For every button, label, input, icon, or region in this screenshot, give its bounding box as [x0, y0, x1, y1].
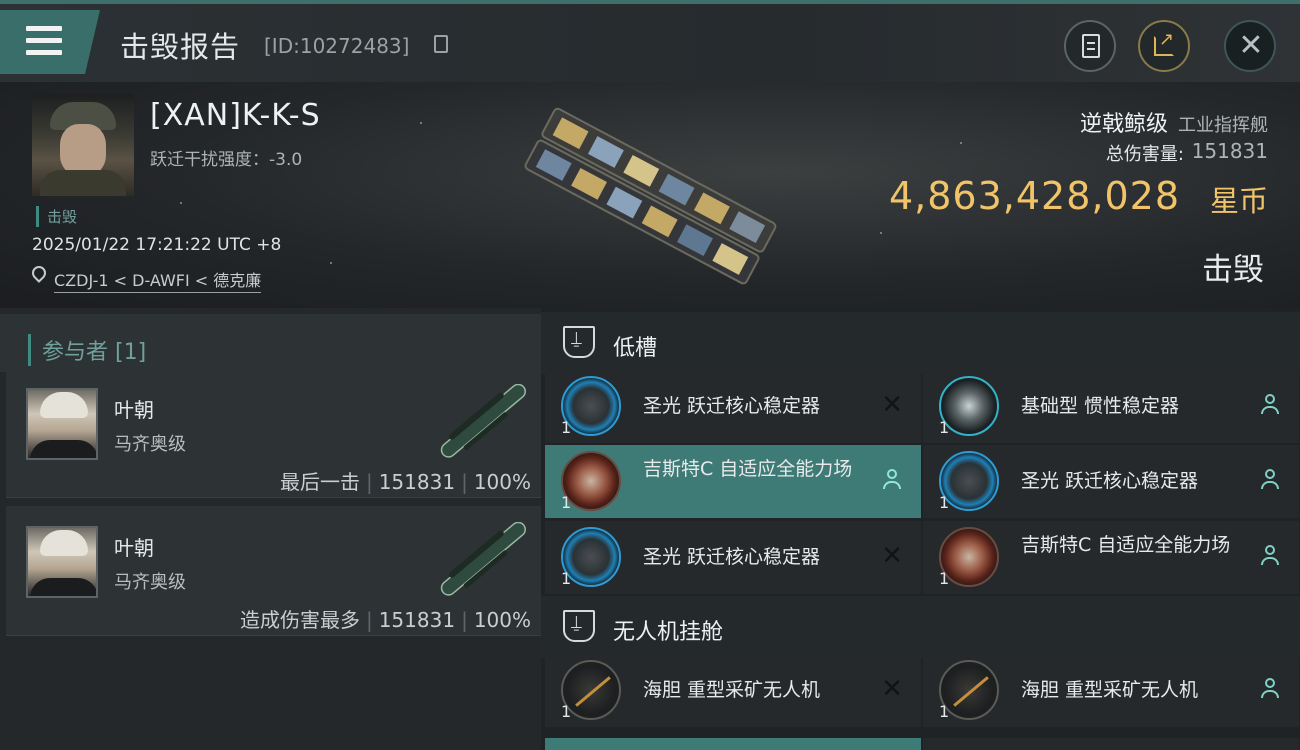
menu-button[interactable]	[0, 10, 100, 74]
module-name: 吉斯特C 自适应全能力场	[1021, 534, 1231, 556]
destroyed-icon: ✕	[881, 390, 903, 420]
isk-unit: 星币	[1209, 184, 1268, 218]
attacker-row[interactable]: 叶朝 马齐奥级 最后一击 | 151831 | 100%	[6, 368, 541, 498]
victim-avatar[interactable]	[32, 94, 134, 196]
attacker-avatar[interactable]	[26, 526, 98, 598]
attacker-name[interactable]: 叶朝	[114, 394, 154, 423]
copy-id-icon[interactable]	[434, 35, 448, 53]
attacker-ship-image	[440, 522, 526, 596]
attacker-percent: 100%	[473, 608, 531, 632]
dropped-person-icon	[883, 469, 901, 491]
attacker-stats: 最后一击 | 151831 | 100%	[279, 470, 531, 494]
module-quantity: 1	[939, 702, 950, 721]
module-name: 圣光 跃迁核心稳定器	[643, 546, 821, 568]
drone-bay-header: 无人机挂舱	[541, 596, 1300, 658]
victim-panel: [XAN]K-K-S 跃迁干扰强度：-3.0 击毁 2025/01/22 17:…	[0, 82, 1300, 308]
drone-bay-title: 无人机挂舱	[613, 620, 724, 645]
module-name: 基础型 惯性稳定器	[1021, 395, 1180, 417]
close-icon: ✕	[1238, 28, 1264, 63]
attacker-damage: 151831	[378, 470, 456, 494]
module-item-partial[interactable]	[923, 738, 1299, 750]
dropped-person-icon	[1261, 545, 1279, 567]
module-quantity: 1	[561, 418, 572, 437]
module-name: 圣光 跃迁核心稳定器	[643, 395, 821, 417]
warp-scramble-strength: 跃迁干扰强度：-3.0	[150, 150, 303, 170]
victim-ship-image	[524, 107, 777, 285]
share-button[interactable]	[1138, 20, 1190, 72]
low-slots-title: 低槽	[613, 336, 658, 361]
module-item[interactable]: 1 吉斯特C 自适应全能力场	[923, 521, 1299, 594]
participants-title: 参与者 [1]	[28, 334, 146, 366]
total-damage-value: 151831	[1191, 139, 1268, 163]
module-name: 圣光 跃迁核心稳定器	[1021, 470, 1199, 492]
drone-bay-icon	[563, 610, 595, 642]
module-quantity: 1	[561, 493, 572, 512]
attacker-avatar[interactable]	[26, 388, 98, 460]
kill-result: 击毁	[1202, 252, 1264, 288]
module-item[interactable]: 1 基础型 惯性稳定器	[923, 370, 1299, 443]
dropped-person-icon	[1261, 678, 1279, 700]
module-item[interactable]: 1 圣光 跃迁核心稳定器	[923, 445, 1299, 518]
module-item[interactable]: 1 圣光 跃迁核心稳定器 ✕	[545, 370, 921, 443]
attacker-role: 最后一击	[279, 470, 360, 494]
location-pin-icon	[29, 263, 49, 283]
participants-header: 参与者 [1]	[0, 314, 541, 372]
module-name: 海胆 重型采矿无人机	[643, 679, 821, 701]
attacker-role: 造成伤害最多	[239, 608, 360, 632]
module-quantity: 1	[561, 702, 572, 721]
low-slot-icon	[563, 326, 595, 358]
star-decoration	[960, 142, 962, 144]
total-damage-label: 总伤害量:	[1105, 144, 1184, 165]
victim-ship-class[interactable]: 逆戟鲸级	[1080, 106, 1168, 138]
attacker-ship: 马齐奥级	[114, 572, 186, 593]
attacker-ship-image	[440, 384, 526, 458]
destroyed-icon: ✕	[881, 674, 903, 704]
module-item[interactable]: 1 圣光 跃迁核心稳定器 ✕	[545, 521, 921, 594]
module-quantity: 1	[561, 569, 572, 588]
report-id: [ID:10272483]	[264, 34, 410, 58]
participants-panel: 参与者 [1] 叶朝 马齐奥级 最后一击 | 151831 | 100% 叶朝 马齐奥级	[0, 308, 541, 750]
star-decoration	[420, 122, 422, 124]
attacker-row[interactable]: 叶朝 马齐奥级 造成伤害最多 | 151831 | 100%	[6, 506, 541, 636]
victim-ship-type: 工业指挥舰	[1178, 115, 1268, 136]
header-bar: 击毁报告 [ID:10272483] ✕	[0, 4, 1300, 82]
destroyed-icon: ✕	[881, 541, 903, 571]
kill-location-link[interactable]: CZDJ-1 < D-AWFI < 德克廉	[54, 267, 262, 293]
page-title: 击毁报告	[120, 30, 241, 64]
star-decoration	[330, 262, 332, 264]
attacker-damage: 151831	[378, 608, 456, 632]
module-item[interactable]: 1 海胆 重型采矿无人机	[923, 654, 1299, 727]
module-item-partial[interactable]	[545, 738, 921, 750]
victim-pilot-name[interactable]: [XAN]K-K-S	[150, 98, 321, 133]
module-name: 吉斯特C 自适应全能力场	[643, 458, 853, 480]
destroyed-tag: 击毁	[36, 206, 77, 227]
module-quantity: 1	[939, 493, 950, 512]
module-quantity: 1	[939, 569, 950, 588]
module-item[interactable]: 1 吉斯特C 自适应全能力场	[545, 445, 921, 518]
kill-datetime: 2025/01/22 17:21:22 UTC +8	[32, 235, 282, 255]
star-decoration	[880, 232, 882, 234]
attacker-name[interactable]: 叶朝	[114, 532, 154, 561]
dropped-person-icon	[1261, 469, 1279, 491]
share-icon	[1154, 29, 1174, 56]
attacker-stats: 造成伤害最多 | 151831 | 100%	[239, 608, 531, 632]
attacker-percent: 100%	[473, 470, 531, 494]
document-icon	[1082, 34, 1100, 58]
isk-value: 4,863,428,028	[888, 174, 1180, 218]
module-quantity: 1	[939, 418, 950, 437]
dropped-person-icon	[1261, 394, 1279, 416]
star-decoration	[180, 202, 182, 204]
close-button[interactable]: ✕	[1224, 20, 1276, 72]
fitting-panel: 低槽 1 圣光 跃迁核心稳定器 ✕ 1 基础型 惯性稳定器 1 吉斯特C 自适应…	[541, 308, 1300, 750]
document-button[interactable]	[1064, 20, 1116, 72]
hamburger-icon	[26, 26, 62, 56]
module-name: 海胆 重型采矿无人机	[1021, 679, 1199, 701]
attacker-ship: 马齐奥级	[114, 434, 186, 455]
low-slots-header: 低槽	[541, 312, 1300, 374]
module-item[interactable]: 1 海胆 重型采矿无人机 ✕	[545, 654, 921, 727]
